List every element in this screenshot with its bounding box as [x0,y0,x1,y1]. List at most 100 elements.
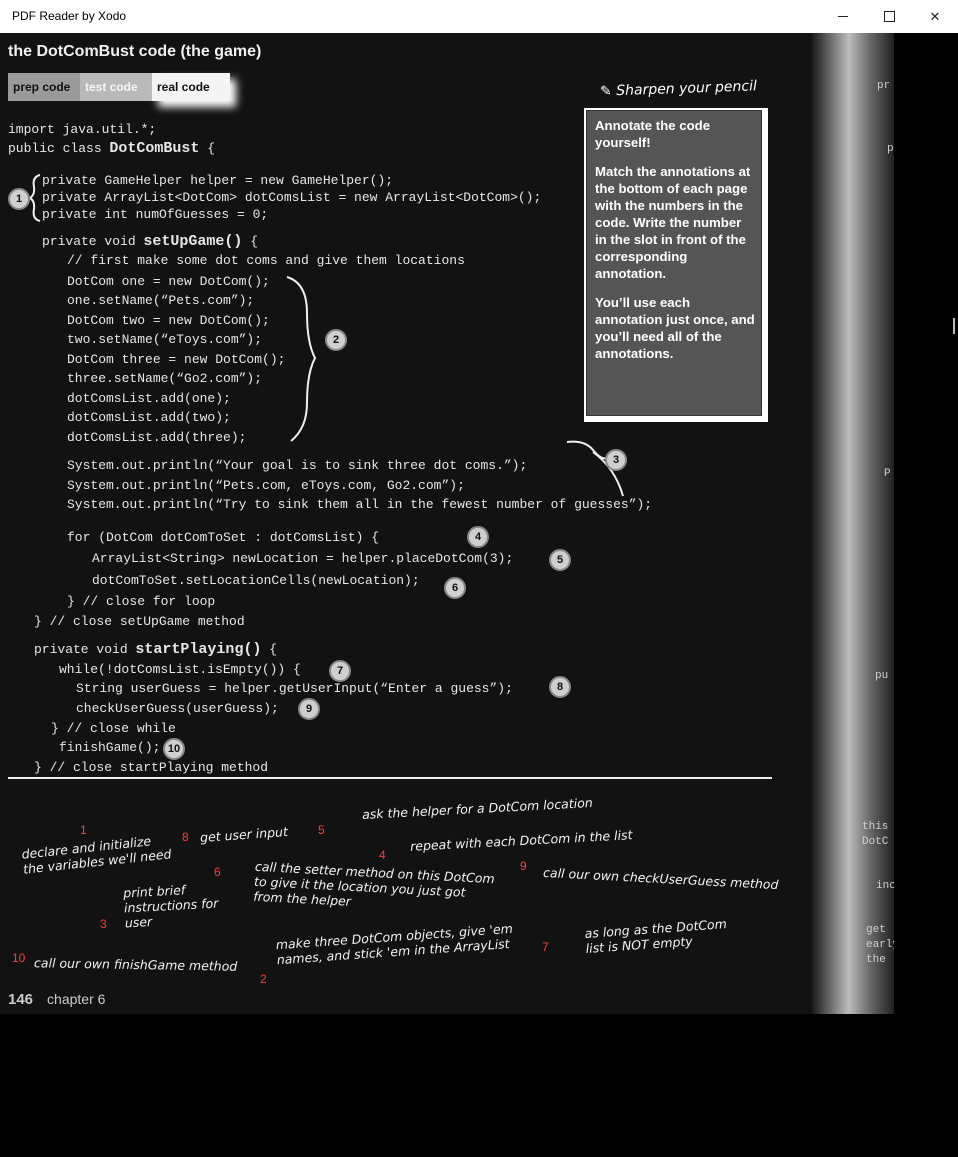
heading-suffix: code (the game) [134,43,262,60]
code-import: import java.util.*; [8,122,157,137]
page-number: 146 [8,991,34,1008]
setup-line: dotComsList.add(three); [67,430,247,445]
scrollbar-thumb[interactable] [953,318,955,334]
app-title: PDF Reader by Xodo [12,9,127,23]
annotation-number: 6 [214,865,221,879]
setup-comment: // first make some dot coms and give the… [67,253,465,268]
annotation-text: make three DotCom objects, give 'em name… [275,920,514,968]
setup-line: DotCom two = new DotCom(); [67,313,270,328]
setup-line: DotCom one = new DotCom(); [67,274,270,289]
setup-brace: { [242,234,259,249]
maximize-button[interactable] [866,0,912,33]
sharpen-title: ✎ Sharpen your pencil [600,78,757,99]
code-tabs: prep code test code real code [8,73,230,103]
setup-signature: private void setUpGame() { [42,233,258,250]
print-line: System.out.println(“Your goal is to sink… [67,458,528,473]
annotation-text: call our own checkUserGuess method [542,864,779,893]
close-setup: } // close setUpGame method [34,614,245,629]
marker-6: 6 [444,577,466,599]
document-viewport[interactable]: the DotComBust code (the game) prep code… [0,33,958,1157]
facing-page-fragment: P [884,468,891,480]
annotation-number: 9 [520,859,527,873]
pdf-page: the DotComBust code (the game) prep code… [0,33,894,1014]
for-line: for (DotCom dotComToSet : dotComsList) { [67,530,380,545]
annotation-number: 7 [542,940,549,954]
annotation-number: 5 [318,823,325,837]
setup-line: dotComsList.add(two); [67,410,231,425]
marker-5: 5 [549,549,571,571]
facing-page-fragment: the [866,954,886,966]
field-dotcomslist: private ArrayList<DotCom> dotComsList = … [42,190,542,205]
setup-line: three.setName(“Go2.com”); [67,371,263,386]
facing-page-fragment: get [866,924,886,936]
play-modifier: private void [34,642,136,657]
sharpen-paragraph: Annotate the code yourself! [595,118,711,150]
setup-line: one.setName(“Pets.com”); [67,293,255,308]
heading-name: DotComBust [36,43,135,60]
facing-page-fragment: pr [877,80,891,92]
marker-8: 8 [549,676,571,698]
minimize-icon [838,16,848,17]
while-body-line: String userGuess = helper.getUserInput(“… [76,681,513,696]
annotation-number: 8 [182,830,189,844]
minimize-button[interactable] [820,0,866,33]
annotation-text: call the setter method on this DotCom to… [252,858,496,909]
facing-page-fragment: inc [876,880,894,892]
sharpen-paragraph: Match the annotations at the bottom of e… [595,164,751,281]
annotation-text: declare and initialize the variables we'… [20,833,173,877]
pencil-icon: ✎ [599,83,613,100]
for-body-line: dotComToSet.setLocationCells(newLocation… [92,573,420,588]
print-line: System.out.println(“Try to sink them all… [67,497,653,512]
finish-line: finishGame(); [59,740,161,755]
annotation-text: as long as the DotCom list is NOT empty [584,916,728,956]
annotation-number: 3 [100,917,107,931]
facing-page-fragment: early [866,939,894,951]
annotation-text: call our own finishGame method [33,955,238,974]
close-play: } // close startPlaying method [34,760,269,775]
setup-line: dotComsList.add(one); [67,391,231,406]
for-body-line: ArrayList<String> newLocation = helper.p… [92,551,514,566]
facing-page-fragment: this [862,821,889,833]
close-button[interactable]: ✕ [912,0,958,33]
class-brace: { [199,141,216,156]
heading-prefix: the [8,43,37,60]
marker-10: 10 [163,738,185,760]
tab-test-code: test code [80,73,152,101]
title-bar: PDF Reader by Xodo ✕ [0,0,958,33]
tab-prep-code: prep code [8,73,80,101]
setup-line: DotCom three = new DotCom(); [67,352,286,367]
chapter-label: chapter 6 [47,991,106,1007]
setup-name: setUpGame() [143,233,243,250]
marker-9: 9 [298,698,320,720]
tab-real-code: real code [152,73,230,101]
facing-page-fragment: pu [875,670,889,682]
while-line: while(!dotComsList.isEmpty()) { [59,662,301,677]
marker-2: 2 [325,329,347,351]
marker-3: 3 [605,449,627,471]
field-helper: private GameHelper helper = new GameHelp… [42,173,394,188]
facing-page-edge [812,33,894,1014]
annotation-number: 1 [80,823,87,837]
brace-setup [286,276,317,442]
class-name: DotComBust [109,140,200,157]
annotation-text: ask the helper for a DotCom location [361,794,594,823]
divider [8,777,772,779]
setup-line: two.setName(“eToys.com”); [67,332,263,347]
sharpen-box-inner: Annotate the code yourself! Match the an… [586,110,762,416]
facing-page-fragment: p [887,143,894,155]
annotation-text: repeat with each DotCom in the list [409,827,633,854]
brace-fields [30,174,41,222]
close-while: } // close while [51,721,176,736]
sharpen-box: Annotate the code yourself! Match the an… [584,108,768,422]
close-for: } // close for loop [67,594,216,609]
play-name: startPlaying() [135,641,262,658]
field-numofguesses: private int numOfGuesses = 0; [42,207,269,222]
page-footer: 146 chapter 6 [8,991,105,1008]
facing-page-fragment: DotC [862,836,889,848]
class-keyword: public class [8,141,110,156]
marker-4: 4 [467,526,489,548]
print-line: System.out.println(“Pets.com, eToys.com,… [67,478,465,493]
marker-1: 1 [8,188,30,210]
while-body-line: checkUserGuess(userGuess); [76,701,279,716]
play-signature: private void startPlaying() { [34,641,277,658]
